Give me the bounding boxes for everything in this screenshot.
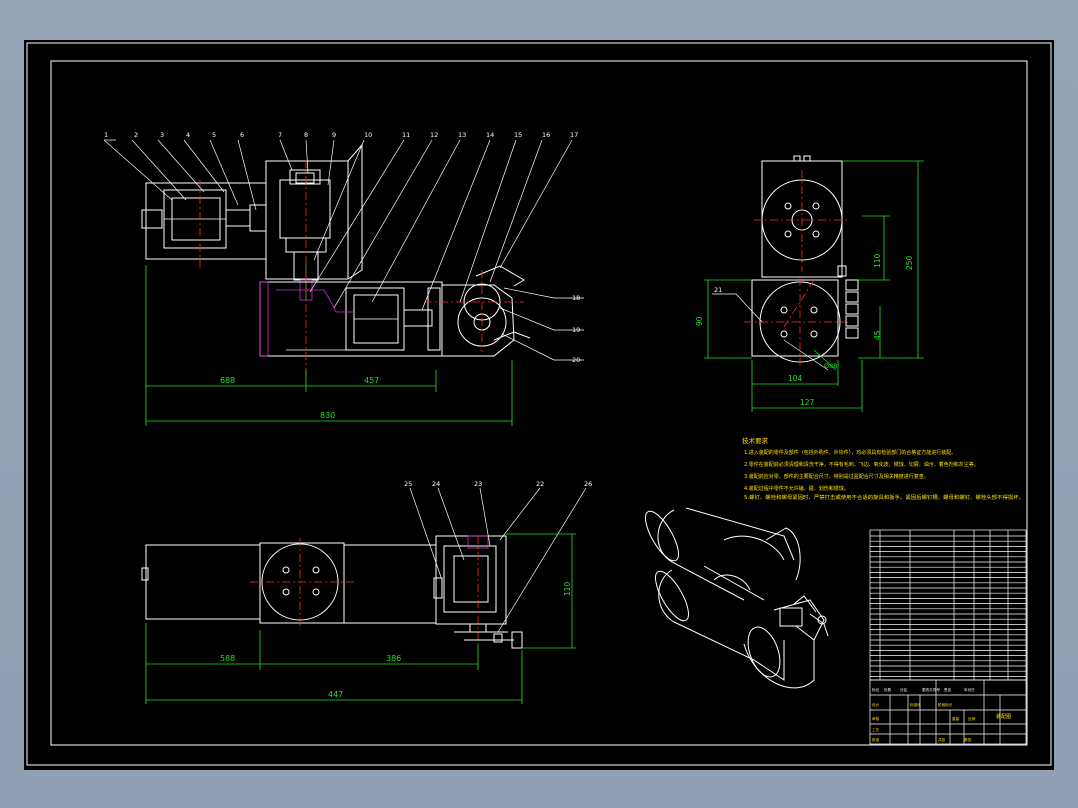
tb-label-7: 标准化 bbox=[910, 702, 921, 707]
balloon-24: 24 bbox=[432, 480, 440, 488]
dim-top-height: 110 bbox=[563, 581, 572, 596]
dim-side-left: 90 bbox=[695, 316, 704, 326]
balloon-23: 23 bbox=[474, 480, 482, 488]
dim-side-dia: Ø88 bbox=[824, 362, 837, 370]
dim-side-total: 250 bbox=[905, 255, 914, 270]
balloon-3: 3 bbox=[160, 131, 164, 139]
top-motor-housing bbox=[145, 544, 261, 620]
tb-label-12: 工艺 bbox=[872, 727, 880, 732]
outer-frame bbox=[26, 42, 1052, 766]
balloon-19: 19 bbox=[572, 326, 580, 334]
tb-label-4: 签名 bbox=[944, 687, 952, 692]
balloon-10: 10 bbox=[364, 131, 372, 139]
notes-title: 技术要求 bbox=[742, 436, 769, 445]
balloon-9: 9 bbox=[332, 131, 336, 139]
tb-label-1: 处数 bbox=[884, 687, 892, 692]
note-line-3: 3.装配前应对零、部件的主要配合尺寸，特别是过盈配合尺寸及相关精度进行复查。 bbox=[744, 473, 929, 480]
top-gripper bbox=[454, 623, 523, 649]
tb-label-14: 共张 bbox=[938, 737, 946, 742]
balloon-13: 13 bbox=[458, 131, 466, 139]
drawing-sheet: 688 457 830 1 2 3 4 5 6 7 8 9 10 11 12 1… bbox=[26, 42, 1052, 766]
dim-top-total: 447 bbox=[328, 690, 343, 699]
tb-label-6: 设计 bbox=[872, 702, 880, 707]
dim-front-left: 688 bbox=[220, 376, 235, 385]
tb-label-13: 批准 bbox=[872, 737, 880, 742]
balloon-12: 12 bbox=[430, 131, 438, 139]
balloon-20: 20 bbox=[572, 356, 580, 364]
balloon-2: 2 bbox=[134, 131, 138, 139]
balloon-7: 7 bbox=[278, 131, 282, 139]
balloon-5: 5 bbox=[212, 131, 216, 139]
arm-lower bbox=[259, 281, 443, 357]
note-line-2: 2.零件在装配前必须清理和清洗干净，不得有毛刺、飞边、氧化皮、锈蚀、切屑、油污、… bbox=[744, 461, 979, 468]
balloon-15: 15 bbox=[514, 131, 522, 139]
balloon-6: 6 bbox=[240, 131, 244, 139]
note-line-1: 1.进入装配的零件及部件（包括外购件、外协件），均必须具有检验部门的合格证方能进… bbox=[744, 449, 956, 456]
tb-label-8: 阶段标记 bbox=[938, 702, 953, 707]
balloon-18: 18 bbox=[572, 294, 580, 302]
balloon-4: 4 bbox=[186, 131, 190, 139]
balloon-26: 26 bbox=[584, 480, 592, 488]
tb-label-9: 重量 bbox=[952, 716, 960, 721]
bom-table bbox=[869, 529, 1027, 681]
dim-side-lower: 45 bbox=[873, 330, 882, 340]
dim-side-upper: 110 bbox=[873, 253, 882, 268]
gearbox-upper bbox=[265, 160, 349, 280]
note-line-4: 4.装配过程中零件不允许磕、碰、划伤和锈蚀。 bbox=[744, 485, 849, 492]
tb-label-5: 年月日 bbox=[964, 687, 975, 692]
balloon-25: 25 bbox=[404, 480, 412, 488]
balloon-22: 22 bbox=[536, 480, 544, 488]
cad-viewport[interactable]: 688 457 830 1 2 3 4 5 6 7 8 9 10 11 12 1… bbox=[24, 40, 1054, 770]
title-block: 标记 处数 分区 更改文件号 签名 年月日 设计 标准化 阶段标记 重量 比例 … bbox=[869, 529, 1027, 745]
dim-top-left: 588 bbox=[220, 654, 235, 663]
balloon-17: 17 bbox=[570, 131, 578, 139]
side-view: 21 250 110 45 90 104 127 Ø88 bbox=[695, 155, 924, 412]
drawing-name: 装配图 bbox=[996, 713, 1011, 720]
note-line-5: 5.螺钉、螺栓和螺母紧固时，严禁打击或使用不合适的旋具和扳手。紧固后螺钉槽、螺母… bbox=[744, 494, 1024, 501]
balloon-21: 21 bbox=[714, 286, 722, 294]
balloon-8: 8 bbox=[304, 131, 308, 139]
tb-label-10: 比例 bbox=[968, 716, 976, 721]
tb-label-2: 分区 bbox=[900, 687, 908, 692]
dim-front-mid: 457 bbox=[364, 376, 379, 385]
tb-label-0: 标记 bbox=[872, 687, 880, 692]
isometric-view bbox=[645, 507, 829, 689]
dim-side-inner: 104 bbox=[788, 374, 803, 383]
dim-top-mid: 386 bbox=[386, 654, 401, 663]
dim-front-total: 830 bbox=[320, 411, 335, 420]
balloon-1: 1 bbox=[104, 131, 108, 139]
balloon-16: 16 bbox=[542, 131, 550, 139]
inner-frame bbox=[50, 60, 1028, 746]
front-view: 688 457 830 bbox=[141, 143, 531, 426]
tb-label-11: 审核 bbox=[872, 716, 880, 721]
technical-notes: 技术要求 1.进入装配的零件及部件（包括外购件、外协件），均必须具有检验部门的合… bbox=[742, 436, 1024, 501]
balloon-leaders-top bbox=[103, 139, 584, 361]
tb-label-3: 更改文件号 bbox=[922, 687, 940, 692]
dim-side-outer: 127 bbox=[800, 398, 815, 407]
balloon-14: 14 bbox=[486, 131, 494, 139]
top-view: 25 24 23 22 26 588 386 447 110 bbox=[141, 480, 592, 704]
tb-label-15: 第张 bbox=[964, 737, 972, 742]
balloon-11: 11 bbox=[402, 131, 410, 139]
